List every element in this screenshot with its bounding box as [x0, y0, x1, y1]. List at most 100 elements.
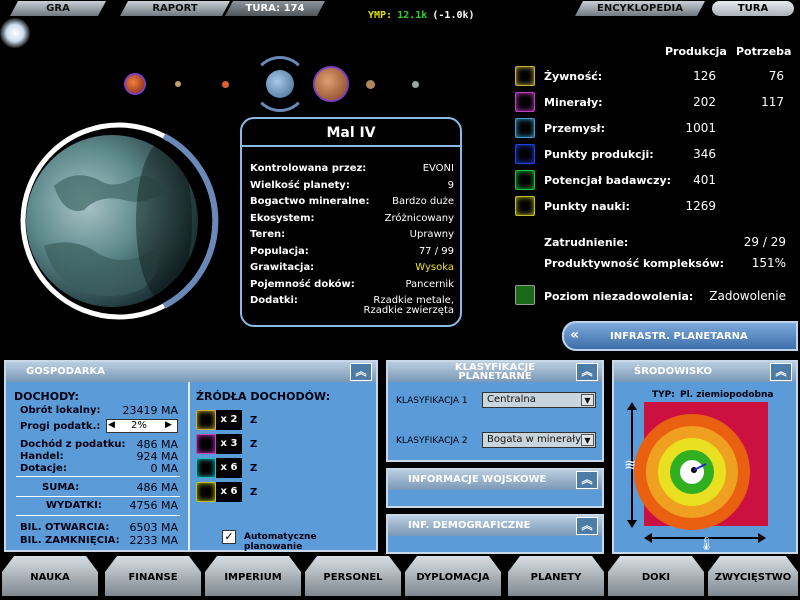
divider: [16, 496, 180, 497]
planet-info-key: Grawitacja:: [250, 262, 315, 273]
decrease-arrow-icon[interactable]: ◀: [108, 420, 115, 430]
tax-rate-stepper[interactable]: ◀ 2% ▶: [106, 419, 178, 433]
military-header[interactable]: INFORMACJE WOJSKOWE: [388, 470, 602, 490]
stat-label: Żywność:: [544, 70, 603, 83]
nav-tab-imperium[interactable]: IMPERIUM: [205, 556, 301, 596]
planet-thumb-3[interactable]: [222, 81, 229, 88]
auto-planning-checkbox[interactable]: ✓: [222, 530, 236, 544]
nav-tab-label: PERSONEL: [323, 572, 383, 583]
planet-info-value: EVONI: [422, 163, 454, 174]
nav-tab-nauka[interactable]: NAUKA: [2, 556, 98, 596]
collapse-classification-button[interactable]: ︽: [576, 363, 598, 381]
tab-raport[interactable]: RAPORT: [120, 1, 230, 16]
classification1-select[interactable]: Centralna ▼: [482, 392, 596, 408]
planet-thumb-2[interactable]: [175, 81, 181, 87]
sum-label: SUMA:: [42, 482, 80, 493]
collapse-economy-button[interactable]: ︽: [350, 363, 372, 381]
unrest-icon: [515, 285, 535, 305]
planet-info-value: Bardzo duże: [392, 196, 454, 207]
planet-info-value: Uprawny: [409, 229, 454, 240]
arrow-down-icon: [627, 520, 637, 528]
turn-counter: TURA: 174: [225, 1, 325, 16]
source-multiplier[interactable]: x 6: [216, 458, 242, 478]
stat-production-value: 401: [693, 173, 716, 187]
stat-demand-value: 117: [761, 95, 784, 109]
planet-info-row: Bogactwo mineralne: Bardzo duże: [250, 196, 454, 207]
nav-tab-finanse[interactable]: FINANSE: [105, 556, 201, 596]
source-multiplier[interactable]: x 3: [216, 434, 242, 454]
nav-tab-label: IMPERIUM: [224, 572, 282, 583]
ymp-readout: YMP: 12.1k (-1.0k): [368, 10, 475, 21]
stat-label: Minerały:: [544, 96, 603, 109]
source-multiplier[interactable]: x 2: [216, 410, 242, 430]
planet-info-panel: Mal IV Kontrolowana przez: EVONI Wielkość …: [240, 117, 462, 327]
stat-production-value: 202: [693, 95, 716, 109]
expand-demographics-button[interactable]: ︽: [576, 517, 598, 535]
nav-tab-label: FINANSE: [128, 572, 178, 583]
auto-planning-label: Automatyczne planowanie: [244, 532, 317, 552]
subsidies-label: Dotacje:: [20, 463, 67, 474]
demographics-header[interactable]: INF. DEMOGRAFICZNE: [388, 516, 602, 536]
planet-info-key: Wielkość planety:: [250, 179, 350, 191]
planet-thumb-4[interactable]: [266, 70, 294, 98]
collapse-environment-button[interactable]: ︽: [770, 363, 792, 381]
nav-tab-dyplomacja[interactable]: DYPLOMACJA: [405, 556, 501, 596]
end-turn-button[interactable]: TURA: [712, 1, 794, 16]
planet-info-key: Kontrolowana przez:: [250, 163, 367, 174]
production-header: Produkcja: [665, 45, 727, 58]
planet-info-row: Ekosystem: Zróżnicowany: [250, 213, 454, 224]
productivity-label: Produktywność kompleksów:: [544, 257, 725, 270]
nav-tab-personel[interactable]: PERSONEL: [305, 556, 401, 596]
infrastructure-button[interactable]: « INFRASTR. PLANETARNA: [562, 321, 798, 351]
planet-info-key: Ekosystem:: [250, 212, 315, 224]
planet-thumb-1[interactable]: [124, 73, 146, 95]
stat-production-value: 126: [693, 69, 716, 83]
unrest-value: Zadowolenie: [709, 289, 786, 303]
divider: [16, 515, 180, 516]
nav-tab-zwyciestwo[interactable]: ZWYCIĘSTWO: [708, 556, 798, 596]
planet-info-key: Teren:: [250, 229, 286, 240]
planet-type-value: Pl. ziemiopodobna: [680, 390, 774, 400]
minerals-icon: [515, 92, 535, 112]
source-multiplier[interactable]: x 6: [216, 482, 242, 502]
planet-info-row: Populacja: 77 / 99: [250, 246, 454, 257]
stat-demand-value: 76: [768, 69, 784, 83]
planet-thumb-5[interactable]: [313, 66, 349, 102]
divider: [16, 476, 180, 477]
classification2-select[interactable]: Bogata w minerały ▼: [482, 432, 596, 448]
planet-info-key: Bogactwo mineralne:: [250, 196, 370, 207]
income-sources-heading: ŹRÓDŁA DOCHODÓW:: [196, 390, 331, 403]
tab-encyklopedia[interactable]: ENCYKLOPEDIA: [575, 1, 705, 16]
tab-gra[interactable]: GRA: [10, 1, 106, 16]
employment-label: Zatrudnienie:: [544, 236, 629, 249]
source-z-label: Z: [250, 415, 258, 426]
expand-military-button[interactable]: ︽: [576, 471, 598, 489]
planet-info-value: Pancernik: [405, 278, 454, 290]
stat-production-value: 1269: [685, 199, 716, 213]
economy-divider: [188, 382, 190, 550]
employment-value: 29 / 29: [743, 235, 786, 249]
nav-tab-label: DYPLOMACJA: [416, 572, 490, 583]
environment-header: ŚRODOWISKO: [614, 362, 796, 382]
planet-thumb-6[interactable]: [366, 80, 375, 89]
planet-type-label: TYP:: [652, 390, 675, 400]
nav-tab-planety[interactable]: PLANETY: [508, 556, 604, 596]
classification-panel: KLASYFIKACJE PLANETARNE ︽ KLASYFIKACJA 1…: [386, 360, 604, 462]
expenses-label: WYDATKI:: [46, 500, 102, 511]
science-icon: [515, 196, 535, 216]
income-heading: DOCHODY:: [14, 390, 79, 403]
planet-info-value: 9: [447, 179, 454, 191]
expenses-value: 4756 MA: [129, 499, 178, 512]
nav-tab-doki[interactable]: DOKI: [608, 556, 704, 596]
subsidies-value: 0 MA: [150, 462, 178, 475]
planet-name: Mal IV: [242, 119, 460, 147]
dropdown-arrow-icon: ▼: [581, 434, 594, 446]
top-bar: GRA RAPORT TURA: 174 YMP: 12.1k (-1.0k) …: [0, 0, 800, 21]
increase-arrow-icon[interactable]: ▶: [165, 420, 172, 430]
nav-tab-label: PLANETY: [530, 572, 582, 583]
environment-panel: ŚRODOWISKO ︽ TYP: Pl. ziemiopodobna ≋ 🌡: [612, 360, 798, 554]
classification-header: KLASYFIKACJE PLANETARNE: [388, 362, 602, 382]
food-icon: [196, 410, 216, 430]
planet-thumb-7[interactable]: [412, 81, 419, 88]
unrest-label: Poziom niezadowolenia:: [544, 290, 694, 303]
